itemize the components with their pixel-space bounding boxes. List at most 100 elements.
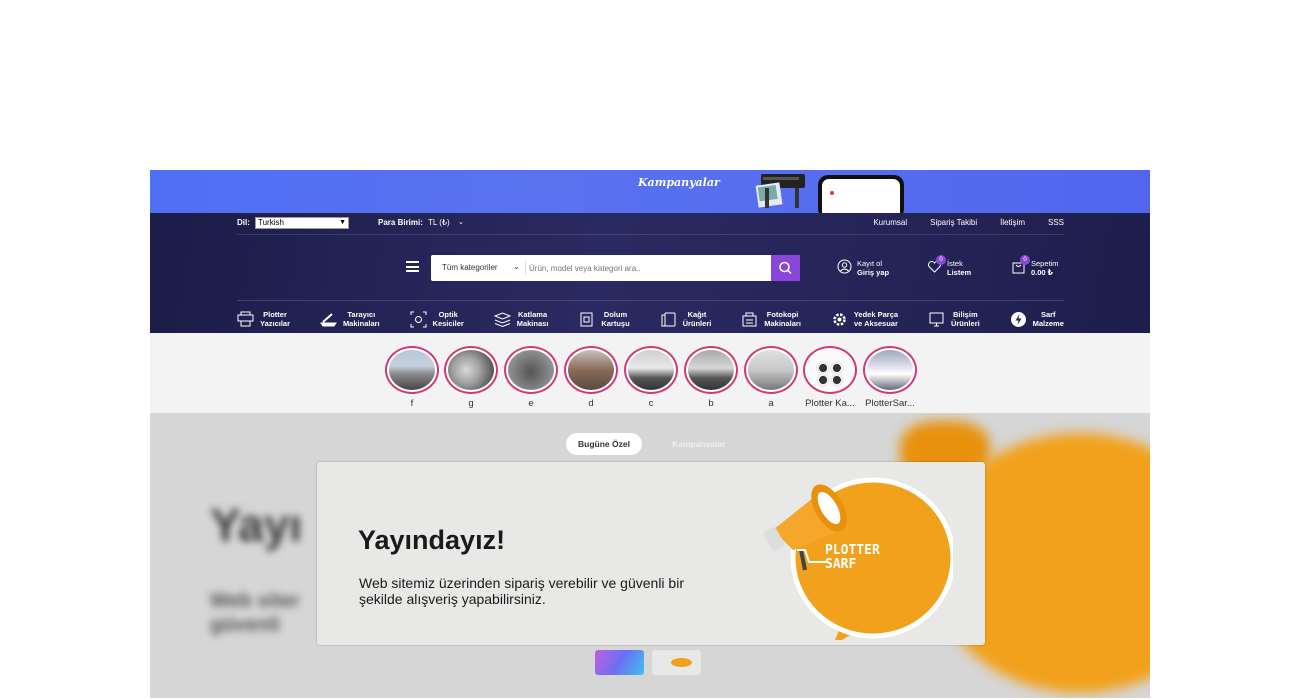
category-label-1: Katlama [517, 310, 548, 319]
category-label-1: Plotter [263, 310, 287, 319]
divider [525, 261, 526, 275]
category-label-2: Kesiciler [432, 319, 464, 328]
hero-slide[interactable]: Yayındayız! Web sitemiz üzerinden sipari… [317, 462, 985, 645]
category-label-1: Tarayıcı [347, 310, 376, 319]
category-cartridge[interactable]: Dolum Kartuşu [578, 306, 630, 332]
gear-icon [833, 312, 846, 326]
story-image [389, 350, 435, 390]
category-label-2: Ürünleri [950, 319, 980, 328]
promo-banner[interactable]: Kampanyalar [150, 170, 1150, 213]
story-label: e [528, 398, 534, 409]
site-frame: Kampanyalar Dil: Turkish ▼ Para Birimi: … [150, 170, 1150, 698]
top-bar: Dil: Turkish ▼ Para Birimi: TL (₺) ⌄ Kur… [237, 213, 1064, 235]
copier-icon [742, 312, 757, 326]
story-image [748, 350, 794, 390]
story-item[interactable]: c [621, 346, 681, 409]
chevron-down-icon: ⌄ [513, 262, 520, 271]
search-icon [779, 261, 792, 275]
category-nav: Plotter Yazıcılar Tarayıcı Makinaları Opti… [237, 300, 1064, 332]
category-it[interactable]: Bilişim Ürünleri [928, 306, 980, 332]
link-siparis-takibi[interactable]: Sipariş Takibi [930, 218, 977, 227]
logo-text-sarf: SARF [825, 557, 856, 572]
category-label-1: Kağıt [687, 310, 707, 319]
story-image [688, 350, 734, 390]
chevron-down-icon: ⌄ [458, 219, 464, 226]
slide-thumbnails [595, 650, 701, 675]
link-kurumsal[interactable]: Kurumsal [873, 218, 907, 227]
search-input[interactable] [529, 259, 765, 277]
wishlist-line2: Listem [947, 268, 972, 277]
background-title: Yayı [210, 499, 303, 551]
category-folding[interactable]: Katlama Makinası [493, 306, 549, 332]
hamburger-menu-icon[interactable] [406, 261, 419, 272]
optic-cutter-icon [410, 311, 427, 327]
cart-line2: 0.00 ₺ [1031, 268, 1053, 277]
hero-title: Yayındayız! [358, 525, 506, 555]
language-label: Dil: [237, 218, 250, 227]
cartridge-icon [580, 312, 593, 326]
slide-thumbnail[interactable] [595, 650, 644, 675]
category-label-2: Ürünleri [682, 319, 712, 328]
link-iletisim[interactable]: İletişim [1000, 218, 1025, 227]
story-item[interactable]: Plotter Ka... [800, 346, 860, 409]
category-label-2: Makinaları [764, 319, 801, 328]
computer-icon [929, 312, 944, 326]
hero-description: Web sitemiz üzerinden sipariş verebilir … [359, 575, 684, 607]
category-consumables[interactable]: Sarf Malzeme [1010, 306, 1064, 332]
category-dropdown[interactable]: Tüm kategoriler [442, 263, 498, 272]
paper-icon [661, 312, 676, 326]
logo-text-plotter: PLOTTER [825, 543, 880, 558]
category-label-1: Bilişim [953, 310, 978, 319]
category-label-2: Makinası [516, 319, 549, 328]
category-plotter[interactable]: Plotter Yazıcılar [237, 306, 290, 332]
category-label-1: Optik [438, 310, 458, 319]
story-image [568, 350, 614, 390]
story-image [628, 350, 674, 390]
story-image [448, 350, 494, 390]
slide-thumbnail[interactable] [652, 650, 701, 675]
phone-dot [830, 191, 834, 195]
category-label-2: Yazıcılar [260, 319, 291, 328]
top-links: Kurumsal Sipariş Takibi İletişim SSS [873, 218, 1064, 227]
story-item[interactable]: b [681, 346, 741, 409]
category-spare-parts[interactable]: Yedek Parça ve Aksesuar [831, 306, 898, 332]
story-item[interactable]: a [741, 346, 801, 409]
story-image [508, 350, 554, 390]
story-item[interactable]: f [382, 346, 442, 409]
link-sss[interactable]: SSS [1048, 218, 1064, 227]
category-label-1: Fotokopi [766, 310, 799, 319]
story-item[interactable]: PlotterSar... [860, 346, 920, 409]
category-optic[interactable]: Optik Kesiciler [410, 306, 464, 332]
category-copier[interactable]: Fotokopi Makinaları [741, 306, 801, 332]
logo[interactable] [237, 255, 387, 289]
promo-text: Kampanyalar [638, 176, 720, 189]
story-item[interactable]: g [441, 346, 501, 409]
chevron-down-icon: ▼ [339, 219, 346, 226]
background-line-2: güvenli [210, 614, 281, 636]
search-button[interactable] [771, 255, 800, 281]
background-description: Web siter güvenli [210, 589, 300, 637]
user-icon [837, 259, 852, 274]
wishlist-line1: İstek [947, 259, 963, 268]
scanner-icon [320, 312, 337, 326]
story-item[interactable]: e [501, 346, 561, 409]
plotter-image [755, 174, 805, 208]
lightning-icon [1010, 311, 1026, 327]
language-select[interactable]: Turkish ▼ [255, 217, 349, 229]
stories-strip: f g e d c b a Plotter Ka... PlotterSar..… [150, 333, 1150, 413]
story-item[interactable]: d [561, 346, 621, 409]
currency-label: Para Birimi: [378, 218, 423, 227]
cart-line1: Sepetim [1031, 259, 1059, 268]
wishlist-badge: 0 [936, 255, 946, 265]
currency-select[interactable]: TL (₺) [428, 218, 450, 227]
story-label: d [588, 398, 594, 409]
account-line1: Kayıt ol [857, 259, 883, 268]
header-main-row: Tüm kategoriler ⌄ Kayıt olGiriş yap [237, 255, 1064, 283]
category-scanner[interactable]: Tarayıcı Makinaları [320, 306, 380, 332]
hero-section: Yayı Web siter güvenli Bugüne Özel Kampan… [150, 413, 1150, 698]
tab-bugune-ozel[interactable]: Bugüne Özel [566, 433, 642, 455]
category-label-2: ve Aksesuar [853, 319, 898, 328]
tab-kampanyalar[interactable]: Kampanyalar [660, 433, 737, 455]
search-bar: Tüm kategoriler ⌄ [431, 255, 800, 281]
category-paper[interactable]: Kağıt Ürünleri [660, 306, 712, 332]
